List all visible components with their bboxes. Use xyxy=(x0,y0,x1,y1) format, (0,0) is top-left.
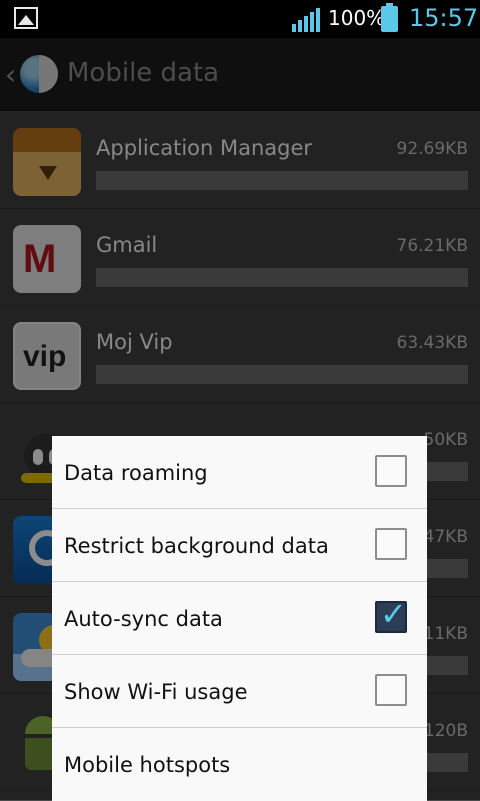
data-roaming-checkbox[interactable] xyxy=(375,455,407,487)
clock: 15:57 xyxy=(409,4,479,32)
show-wifi-usage-checkbox[interactable] xyxy=(375,674,407,706)
restrict-background-data-checkbox[interactable] xyxy=(375,528,407,560)
menu-item-show-wifi-usage[interactable]: Show Wi-Fi usage xyxy=(52,656,427,728)
menu-item-auto-sync-data[interactable]: Auto-sync data ✓ xyxy=(52,583,427,655)
menu-item-mobile-hotspots[interactable]: Mobile hotspots xyxy=(52,729,427,801)
menu-item-label: Restrict background data xyxy=(64,534,329,558)
status-bar: 100% 15:57 xyxy=(0,0,480,38)
battery-icon xyxy=(381,3,398,32)
check-icon: ✓ xyxy=(380,595,407,633)
menu-item-label: Show Wi-Fi usage xyxy=(64,680,248,704)
menu-item-label: Auto-sync data xyxy=(64,607,223,631)
menu-item-label: Mobile hotspots xyxy=(64,753,231,777)
menu-item-data-roaming[interactable]: Data roaming xyxy=(52,437,427,509)
options-menu: Data roaming Restrict background data Au… xyxy=(52,436,427,801)
auto-sync-data-checkbox[interactable]: ✓ xyxy=(375,595,407,633)
menu-item-label: Data roaming xyxy=(64,461,208,485)
menu-item-restrict-background-data[interactable]: Restrict background data xyxy=(52,510,427,582)
battery-percent: 100% xyxy=(328,6,386,30)
signal-icon xyxy=(292,8,320,32)
gallery-icon xyxy=(14,7,38,29)
